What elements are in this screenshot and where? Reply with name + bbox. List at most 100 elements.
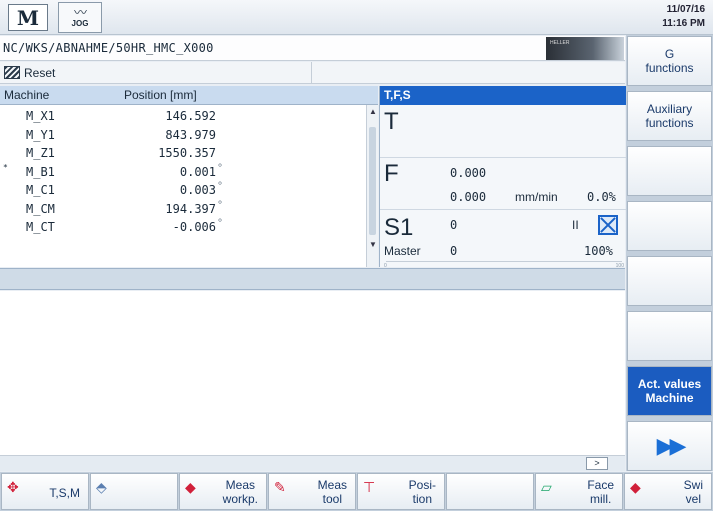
table-row[interactable]: M_C1 0.003 ° <box>0 181 366 199</box>
feed-override: 0.0% <box>587 190 616 204</box>
table-row[interactable]: M_Z1 1550.357 <box>0 144 366 162</box>
face-mill-softkey[interactable]: ▱ Face mill. <box>535 473 623 510</box>
reset-icon <box>4 66 20 79</box>
vertical-softkey-5[interactable] <box>627 256 712 306</box>
machine-image: HELLER <box>546 37 624 60</box>
section-divider-strip <box>0 268 625 290</box>
spindle-state: II <box>572 218 579 232</box>
tool-path-icon: ⬘ <box>96 479 107 495</box>
swivel-softkey[interactable]: ◆ Swi vel <box>624 473 712 510</box>
program-path: NC/WKS/ABNAHME/50HR_HMC_X000 <box>3 41 214 55</box>
axis-unit: ° <box>217 199 224 211</box>
softkey-label: Swi vel <box>683 478 703 506</box>
auxiliary-functions-softkey[interactable]: Auxiliary functions <box>627 91 712 141</box>
softkey-label: Gfunctions <box>645 47 694 75</box>
axis-name: M_CT <box>26 220 55 234</box>
spindle-section: S1 0 II Master 0 100% 0 100 <box>380 210 626 269</box>
meas-tool-softkey[interactable]: ✎ Meas tool <box>268 473 356 510</box>
axis-name: M_CM <box>26 201 55 216</box>
position-scrollbar[interactable]: ▲ ▼ <box>366 105 378 267</box>
axis-name: M_X1 <box>26 109 55 123</box>
spindle-master-value: 0 <box>450 244 458 258</box>
table-row[interactable]: M_X1 146.592 <box>0 107 366 125</box>
axis-name: M_B1 <box>26 164 55 179</box>
axis-name: M_Z1 <box>26 146 55 160</box>
jog-mode-indicator[interactable]: 〰 JOG <box>58 2 102 33</box>
table-row[interactable]: M_Y1 843.979 <box>0 126 366 144</box>
softkey-label: ▶▶ <box>656 433 687 458</box>
program-path-row: NC/WKS/ABNAHME/50HR_HMC_X000 HELLER <box>0 36 625 61</box>
spindle-override: 100% <box>584 244 613 258</box>
hsk-2-softkey[interactable]: ⬘ <box>90 473 178 510</box>
spindle-label: S1 <box>384 214 414 241</box>
next-page-softkey[interactable]: ▶▶ <box>627 421 712 471</box>
feed-label: F <box>384 160 399 187</box>
feed-section: F 0.000 0.000 mm/min 0.0% <box>380 158 626 210</box>
axis-unit: ° <box>217 181 224 192</box>
probe-icon: ◆ <box>185 479 196 495</box>
axis-position: 0.001 <box>179 164 216 179</box>
machine-mode-button[interactable]: M <box>8 4 48 31</box>
table-row[interactable]: * M_B1 0.001 ° <box>0 163 366 181</box>
header-bar: M 〰 JOG 11/07/16 11:16 PM <box>0 0 713 35</box>
axis-position: 843.979 <box>165 127 216 142</box>
axis-unit: ° <box>217 218 224 229</box>
scroll-down-icon[interactable]: ▼ <box>369 240 377 249</box>
softkey-label: Meas tool <box>317 478 347 506</box>
date-time: 11/07/16 11:16 PM <box>662 3 705 31</box>
tsm-icon: ✥ <box>7 479 19 495</box>
tfs-panel: T,F,S T F 0.000 0.000 mm/min 0.0% S1 0 I… <box>379 86 626 269</box>
vertical-softkey-6[interactable] <box>627 311 712 361</box>
spindle-master-label: Master <box>384 244 421 258</box>
spindle-value: 0 <box>450 218 458 232</box>
softkey-extension-strip: > <box>0 455 625 471</box>
axis-name: M_Y1 <box>26 127 55 142</box>
reset-status: Reset <box>24 66 56 80</box>
status-divider <box>311 62 312 84</box>
channel-status-row: Reset <box>0 62 625 84</box>
axis-unit: ° <box>217 162 224 174</box>
tfs-title: T,F,S <box>380 86 626 105</box>
table-row[interactable]: M_CT -0.006 ° <box>0 218 366 236</box>
axis-position: 0.003 <box>179 183 216 197</box>
vertical-softkey-bar: Gfunctions Auxiliary functions Act. values M… <box>626 35 713 471</box>
tsm-softkey[interactable]: ✥ T,S,M <box>1 473 89 510</box>
spindle-stop-icon <box>598 215 618 235</box>
next-page-button[interactable]: > <box>586 457 608 470</box>
position-table-header: Machine Position [mm] <box>0 86 378 105</box>
jog-mode-label: JOG <box>71 19 89 28</box>
spindle-load-bar: 0 100 <box>384 261 624 269</box>
feed-value: 0.000 <box>450 166 487 180</box>
tool-label: T <box>384 108 399 135</box>
date-label: 11/07/16 <box>666 4 705 15</box>
time-label: 11:16 PM <box>662 18 705 29</box>
axis-position: 146.592 <box>165 109 216 123</box>
axis-position: -0.006 <box>172 220 216 234</box>
vertical-softkey-3[interactable] <box>627 146 712 196</box>
g-functions-softkey[interactable]: Gfunctions <box>627 36 712 86</box>
scroll-up-icon[interactable]: ▲ <box>369 107 377 116</box>
feed-unit: mm/min <box>515 190 558 204</box>
tool-measure-icon: ✎ <box>274 479 286 495</box>
work-area <box>0 291 625 455</box>
softkey-label: Act. values Machine <box>637 377 702 405</box>
meas-workpiece-softkey[interactable]: ◆ Meas workp. <box>179 473 267 510</box>
feed-actual-value: 0.000 <box>450 190 487 204</box>
horizontal-softkey-bar: ✥ T,S,M ⬘ ◆ Meas workp. ✎ Meas tool ⊤ Posi-tion ▱ Fa… <box>0 472 713 511</box>
position-softkey[interactable]: ⊤ Posi-tion <box>357 473 445 510</box>
column-position: Position [mm] <box>124 88 197 102</box>
act-values-machine-softkey[interactable]: Act. values Machine <box>627 366 712 416</box>
softkey-label: Auxiliary functions <box>645 102 694 130</box>
table-row[interactable]: M_CM 194.397 ° <box>0 200 366 218</box>
scroll-thumb[interactable] <box>369 127 376 235</box>
position-table[interactable]: M_X1 146.592 M_Y1 843.979 M_Z1 1550.357 * M_B1 0… <box>0 105 366 267</box>
softkey-label: Meas workp. <box>222 478 258 506</box>
softkey-label: Posi-tion <box>408 478 436 506</box>
column-machine: Machine <box>4 88 50 102</box>
face-mill-icon: ▱ <box>541 479 552 495</box>
softkey-label: Face mill. <box>587 478 614 506</box>
vertical-softkey-4[interactable] <box>627 201 712 251</box>
axis-position: 1550.357 <box>158 146 216 160</box>
axis-marker-icon: * <box>3 162 8 172</box>
hsk-6-softkey[interactable] <box>446 473 534 510</box>
